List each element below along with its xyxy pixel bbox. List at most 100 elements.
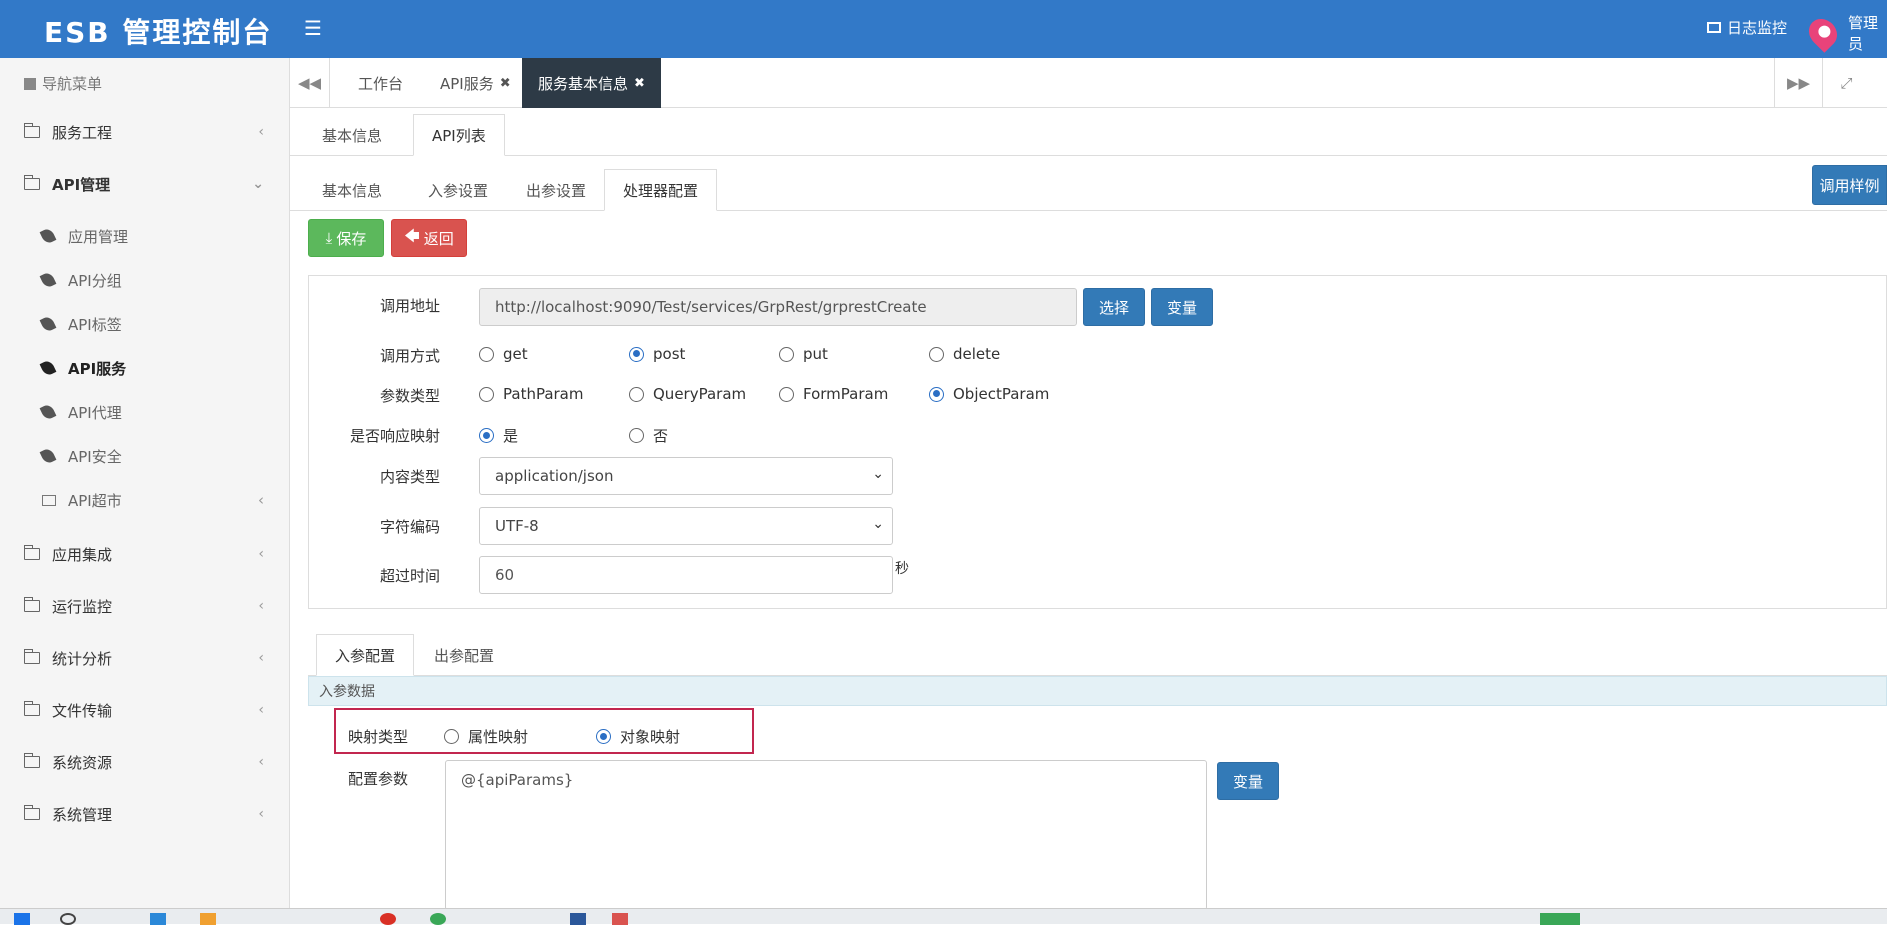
sidebar-sub-api-security[interactable]: API安全 xyxy=(0,434,290,478)
content-type-select[interactable]: application/json ⌄ xyxy=(479,457,893,495)
response-map-radio-yes[interactable]: 是 xyxy=(479,425,518,446)
tab-workbench[interactable]: 工作台 xyxy=(342,58,419,108)
timeout-unit: 秒 xyxy=(895,561,909,577)
map-type-label: 映射类型 xyxy=(348,728,409,746)
folder-icon xyxy=(42,494,56,506)
back-button[interactable]: 🡄 返回 xyxy=(391,219,467,257)
method-radio-get[interactable]: get xyxy=(479,345,528,363)
response-map-radio-no[interactable]: 否 xyxy=(629,425,668,446)
chevron-left-icon: ‹ xyxy=(258,702,264,718)
response-map-label: 是否响应映射 xyxy=(349,427,440,445)
folder-icon xyxy=(24,649,40,664)
close-icon[interactable]: ✖ xyxy=(634,76,645,91)
hamburger-icon[interactable]: ☰ xyxy=(304,16,322,40)
chevron-left-icon: ‹ xyxy=(258,754,264,770)
charset-select[interactable]: UTF-8 ⌄ xyxy=(479,507,893,545)
fullscreen-icon[interactable]: ⤢ xyxy=(1822,58,1870,108)
variable-button-2[interactable]: 变量 xyxy=(1217,762,1279,800)
chevron-left-icon: ‹ xyxy=(258,650,264,666)
timeout-field[interactable]: 60 xyxy=(479,556,893,594)
leaf-icon xyxy=(39,315,57,333)
sidebar-sub-api-group[interactable]: API分组 xyxy=(0,258,290,302)
app-icon[interactable] xyxy=(200,913,216,925)
method-radio-delete[interactable]: delete xyxy=(929,345,1000,363)
arrow-left-icon: 🡄 xyxy=(404,226,420,245)
tab-api-service[interactable]: API服务 ✖ xyxy=(424,58,527,108)
sidebar-item-run-monitor[interactable]: 运行监控 ‹ xyxy=(0,580,290,632)
save-button[interactable]: ⤓ 保存 xyxy=(308,219,384,257)
windows-start-icon[interactable] xyxy=(14,913,30,925)
app-brand: ESB 管理控制台 xyxy=(44,16,273,49)
tab-processor-config[interactable]: 处理器配置 xyxy=(604,169,718,211)
folder-icon xyxy=(24,175,40,190)
param-config-tabs: 入参配置 出参配置 xyxy=(308,630,1887,676)
variable-button[interactable]: 变量 xyxy=(1151,288,1213,326)
log-monitor-label: 日志监控 xyxy=(1727,19,1788,37)
sidebar-item-statistics[interactable]: 统计分析 ‹ xyxy=(0,632,290,684)
choose-button[interactable]: 选择 xyxy=(1083,288,1145,326)
url-field[interactable]: http://localhost:9090/Test/services/GrpR… xyxy=(479,288,1077,326)
level2-tabs: 基本信息 入参设置 出参设置 处理器配置 xyxy=(290,165,1887,211)
param-type-radio-path[interactable]: PathParam xyxy=(479,385,584,403)
param-type-label: 参数类型 xyxy=(379,387,440,405)
chevron-down-icon: ⌄ xyxy=(872,516,884,532)
chevron-left-icon: ‹ xyxy=(258,806,264,822)
method-radio-put[interactable]: put xyxy=(779,345,828,363)
sidebar-nav: 导航菜单 服务工程 ‹ API管理 ⌄ 应用管理 API分组 API标签 API… xyxy=(0,58,290,908)
config-params-textarea[interactable]: @{apiParams} xyxy=(445,760,1207,910)
nav-heading: 导航菜单 xyxy=(24,73,102,94)
app-icon[interactable] xyxy=(430,913,446,925)
sidebar-item-app-integration[interactable]: 应用集成 ‹ xyxy=(0,528,290,580)
battery-icon xyxy=(1540,913,1580,925)
sidebar-sub-app-management[interactable]: 应用管理 xyxy=(0,214,290,258)
chevron-down-icon: ⌄ xyxy=(252,176,264,192)
param-type-radio-object[interactable]: ObjectParam xyxy=(929,385,1049,403)
app-icon[interactable] xyxy=(570,913,586,925)
top-header: ESB 管理控制台 ☰ 日志监控 管理员 xyxy=(0,0,1887,58)
sidebar-sub-api-proxy[interactable]: API代理 xyxy=(0,390,290,434)
folder-icon xyxy=(24,753,40,768)
search-icon[interactable] xyxy=(60,913,76,925)
tab-input-settings[interactable]: 入参设置 xyxy=(410,169,506,211)
folder-icon xyxy=(24,123,40,138)
tab-service-info[interactable]: 服务基本信息 ✖ xyxy=(522,58,661,108)
location-pin-icon xyxy=(1803,13,1843,53)
app-icon[interactable] xyxy=(150,913,166,925)
folder-icon xyxy=(24,597,40,612)
tab-input-config[interactable]: 入参配置 xyxy=(316,634,415,676)
sidebar-sub-api-market[interactable]: API超市 ‹ xyxy=(0,478,290,522)
param-type-radio-form[interactable]: FormParam xyxy=(779,385,888,403)
browser-icon[interactable] xyxy=(380,913,396,925)
param-type-radio-query[interactable]: QueryParam xyxy=(629,385,746,403)
call-sample-button[interactable]: 调用样例 xyxy=(1812,165,1887,205)
map-type-radio-property[interactable]: 属性映射 xyxy=(444,726,528,747)
close-icon[interactable]: ✖ xyxy=(500,76,511,91)
download-icon: ⤓ xyxy=(325,229,333,247)
monitor-icon xyxy=(1707,22,1721,33)
sidebar-item-system-resource[interactable]: 系统资源 ‹ xyxy=(0,736,290,788)
tab-scroll-right-icon[interactable]: ▶▶ xyxy=(1774,58,1822,108)
app-icon[interactable] xyxy=(612,913,628,925)
tab-sub-basic-info[interactable]: 基本信息 xyxy=(304,169,400,211)
tab-api-list[interactable]: API列表 xyxy=(413,114,505,156)
sidebar-item-file-transfer[interactable]: 文件传输 ‹ xyxy=(0,684,290,736)
user-menu[interactable]: 管理员 xyxy=(1803,12,1887,54)
sidebar-sub-api-service[interactable]: API服务 xyxy=(0,346,290,390)
tab-output-config[interactable]: 出参配置 xyxy=(416,634,512,676)
os-taskbar xyxy=(0,908,1887,925)
sidebar-item-service-project[interactable]: 服务工程 ‹ xyxy=(0,106,290,158)
sidebar-sub-api-tag[interactable]: API标签 xyxy=(0,302,290,346)
user-name: 管理员 xyxy=(1848,14,1879,53)
method-radio-post[interactable]: post xyxy=(629,345,685,363)
map-type-radio-object[interactable]: 对象映射 xyxy=(596,726,680,747)
log-monitor-link[interactable]: 日志监控 xyxy=(1707,17,1787,38)
folder-icon xyxy=(24,545,40,560)
leaf-icon xyxy=(39,227,57,245)
tab-output-settings[interactable]: 出参设置 xyxy=(508,169,604,211)
tab-basic-info[interactable]: 基本信息 xyxy=(304,114,400,156)
level1-tabs: 基本信息 API列表 xyxy=(290,108,1887,156)
sidebar-item-api-management[interactable]: API管理 ⌄ xyxy=(0,158,290,210)
sidebar-item-system-management[interactable]: 系统管理 ‹ xyxy=(0,788,290,840)
tab-scroll-left-icon[interactable]: ◀◀ xyxy=(290,58,330,108)
page-tab-bar: ◀◀ 工作台 API服务 ✖ 服务基本信息 ✖ ▶▶ ⤢ xyxy=(290,58,1887,108)
